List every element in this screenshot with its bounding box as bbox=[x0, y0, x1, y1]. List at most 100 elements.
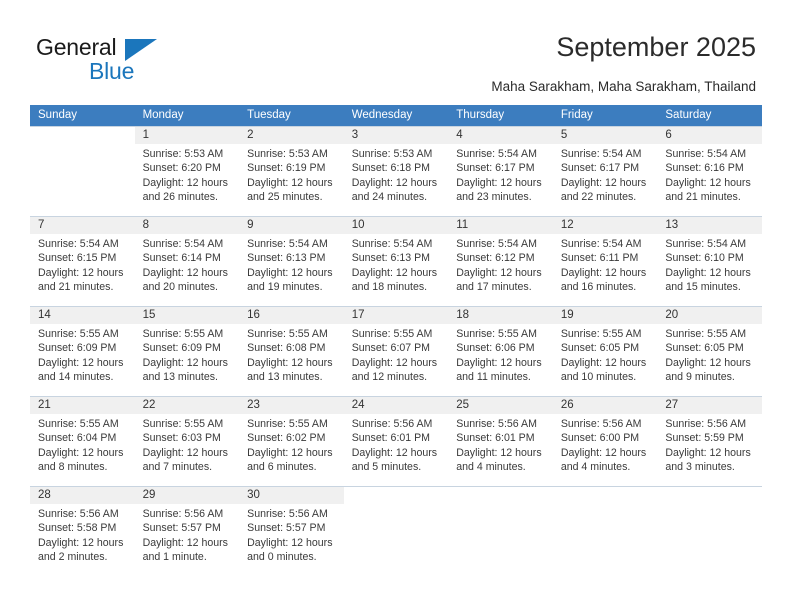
day-cell: 30 Sunrise: 5:56 AM Sunset: 5:57 PM Dayligh… bbox=[239, 486, 344, 576]
day-detail-line: Sunrise: 5:56 AM bbox=[456, 418, 537, 430]
day-number: 7 bbox=[30, 217, 135, 234]
calendar-cell[interactable]: 9 Sunrise: 5:54 AM Sunset: 6:13 PM Daylight… bbox=[239, 216, 344, 306]
calendar-cell[interactable]: 29 Sunrise: 5:56 AM Sunset: 5:57 PM Dayligh… bbox=[134, 486, 240, 576]
calendar-cell[interactable]: 7 Sunrise: 5:54 AM Sunset: 6:15 PM Daylight… bbox=[30, 216, 135, 306]
calendar-body: 1 Sunrise: 5:53 AM Sunset: 6:20 PM Daylight… bbox=[30, 126, 762, 576]
day-number: 26 bbox=[552, 397, 658, 414]
day-number bbox=[657, 487, 762, 504]
day-detail-line: Sunrise: 5:56 AM bbox=[560, 418, 642, 430]
day-details: Sunrise: 5:56 AM Sunset: 6:01 PM Daylight:… bbox=[448, 414, 553, 475]
calendar-cell[interactable]: 25 Sunrise: 5:56 AM Sunset: 6:01 PM Dayligh… bbox=[448, 396, 553, 486]
calendar-cell[interactable]: 22 Sunrise: 5:55 AM Sunset: 6:03 PM Dayligh… bbox=[134, 396, 240, 486]
day-detail-line: and 3 minutes. bbox=[665, 461, 735, 474]
day-detail-line: Sunset: 6:00 PM bbox=[560, 432, 640, 445]
calendar-table: Sunday Monday Tuesday Wednesday Thursday… bbox=[30, 105, 762, 576]
calendar-cell[interactable]: 17 Sunrise: 5:55 AM Sunset: 6:07 PM Dayligh… bbox=[343, 306, 449, 396]
calendar-cell bbox=[552, 486, 658, 576]
calendar-cell[interactable]: 28 Sunrise: 5:56 AM Sunset: 5:58 PM Dayligh… bbox=[30, 486, 135, 576]
day-detail-line: and 9 minutes. bbox=[665, 371, 735, 384]
calendar-cell[interactable]: 21 Sunrise: 5:55 AM Sunset: 6:04 PM Dayligh… bbox=[30, 396, 135, 486]
day-details: Sunrise: 5:56 AM Sunset: 6:00 PM Daylight:… bbox=[553, 414, 658, 475]
day-details: Sunrise: 5:56 AM Sunset: 5:59 PM Daylight:… bbox=[657, 414, 762, 475]
brand-logo[interactable]: General Blue bbox=[36, 34, 236, 84]
calendar-cell[interactable]: 1 Sunrise: 5:53 AM Sunset: 6:20 PM Daylight… bbox=[134, 126, 240, 216]
day-cell: 2 Sunrise: 5:53 AM Sunset: 6:19 PM Daylight… bbox=[239, 126, 344, 216]
day-detail-line: Daylight: 12 hours bbox=[351, 176, 438, 189]
day-cell: 21 Sunrise: 5:55 AM Sunset: 6:04 PM Dayligh… bbox=[30, 396, 135, 486]
weekday-header-sunday: Sunday bbox=[30, 105, 135, 126]
day-detail-line: Sunrise: 5:54 AM bbox=[665, 148, 747, 160]
day-detail-line: and 19 minutes. bbox=[247, 281, 323, 294]
day-detail-line: Sunset: 6:14 PM bbox=[142, 252, 221, 265]
calendar-cell[interactable]: 30 Sunrise: 5:56 AM Sunset: 5:57 PM Dayligh… bbox=[239, 486, 344, 576]
day-cell: 12 Sunrise: 5:54 AM Sunset: 6:11 PM Dayligh… bbox=[552, 216, 658, 306]
day-detail-line: and 16 minutes. bbox=[560, 281, 637, 294]
day-cell: 15 Sunrise: 5:55 AM Sunset: 6:09 PM Dayligh… bbox=[134, 306, 240, 396]
day-detail-line: Daylight: 12 hours bbox=[38, 356, 124, 369]
calendar-cell[interactable]: 10 Sunrise: 5:54 AM Sunset: 6:13 PM Dayligh… bbox=[343, 216, 449, 306]
calendar-cell[interactable]: 13 Sunrise: 5:54 AM Sunset: 6:10 PM Dayligh… bbox=[657, 216, 762, 306]
day-detail-line: Sunset: 6:17 PM bbox=[560, 162, 640, 175]
calendar-cell[interactable]: 14 Sunrise: 5:55 AM Sunset: 6:09 PM Dayligh… bbox=[30, 306, 135, 396]
day-detail-line: Sunrise: 5:55 AM bbox=[38, 418, 119, 430]
day-detail-line: and 12 minutes. bbox=[351, 371, 428, 384]
day-details: Sunrise: 5:54 AM Sunset: 6:14 PM Daylight:… bbox=[135, 234, 240, 295]
day-number: 11 bbox=[448, 217, 553, 234]
day-number: 24 bbox=[343, 397, 449, 414]
day-detail-line: Daylight: 12 hours bbox=[38, 446, 124, 459]
day-number: 27 bbox=[657, 397, 762, 414]
day-detail-line: Sunrise: 5:54 AM bbox=[665, 238, 747, 250]
day-detail-line: Daylight: 12 hours bbox=[38, 536, 124, 549]
day-details: Sunrise: 5:56 AM Sunset: 5:58 PM Daylight:… bbox=[30, 504, 135, 565]
day-number: 2 bbox=[239, 127, 344, 144]
calendar-cell[interactable]: 23 Sunrise: 5:55 AM Sunset: 6:02 PM Dayligh… bbox=[239, 396, 344, 486]
calendar-cell[interactable]: 26 Sunrise: 5:56 AM Sunset: 6:00 PM Dayligh… bbox=[552, 396, 658, 486]
day-detail-line: Daylight: 12 hours bbox=[247, 536, 333, 549]
calendar-cell[interactable]: 2 Sunrise: 5:53 AM Sunset: 6:19 PM Daylight… bbox=[239, 126, 344, 216]
day-detail-line: Daylight: 12 hours bbox=[456, 176, 542, 189]
calendar-week-row: 7 Sunrise: 5:54 AM Sunset: 6:15 PM Daylight… bbox=[30, 216, 762, 306]
calendar-cell[interactable]: 4 Sunrise: 5:54 AM Sunset: 6:17 PM Daylight… bbox=[448, 126, 553, 216]
calendar-cell[interactable]: 16 Sunrise: 5:55 AM Sunset: 6:08 PM Dayligh… bbox=[239, 306, 344, 396]
day-detail-line: Daylight: 12 hours bbox=[665, 446, 751, 459]
calendar-cell[interactable]: 18 Sunrise: 5:55 AM Sunset: 6:06 PM Dayligh… bbox=[448, 306, 553, 396]
calendar-cell[interactable]: 8 Sunrise: 5:54 AM Sunset: 6:14 PM Daylight… bbox=[134, 216, 240, 306]
brand-name-blue: Blue bbox=[89, 58, 135, 84]
day-cell: 4 Sunrise: 5:54 AM Sunset: 6:17 PM Daylight… bbox=[448, 126, 553, 216]
day-detail-line: Daylight: 12 hours bbox=[665, 266, 751, 279]
calendar-cell bbox=[657, 486, 762, 576]
day-detail-line: Sunset: 6:05 PM bbox=[560, 342, 640, 355]
calendar-cell[interactable]: 19 Sunrise: 5:55 AM Sunset: 6:05 PM Dayligh… bbox=[552, 306, 658, 396]
day-detail-line: Daylight: 12 hours bbox=[38, 266, 124, 279]
day-detail-line: Sunrise: 5:54 AM bbox=[560, 238, 642, 250]
day-number: 4 bbox=[448, 127, 553, 144]
calendar-cell[interactable]: 15 Sunrise: 5:55 AM Sunset: 6:09 PM Dayligh… bbox=[134, 306, 240, 396]
day-details: Sunrise: 5:55 AM Sunset: 6:08 PM Daylight:… bbox=[239, 324, 344, 385]
day-detail-line: Daylight: 12 hours bbox=[142, 356, 228, 369]
day-number: 22 bbox=[134, 397, 240, 414]
calendar-cell[interactable]: 5 Sunrise: 5:54 AM Sunset: 6:17 PM Daylight… bbox=[552, 126, 658, 216]
calendar-cell[interactable]: 27 Sunrise: 5:56 AM Sunset: 5:59 PM Dayligh… bbox=[657, 396, 762, 486]
calendar-cell[interactable]: 11 Sunrise: 5:54 AM Sunset: 6:12 PM Dayligh… bbox=[448, 216, 553, 306]
day-number: 1 bbox=[134, 127, 240, 144]
calendar-cell[interactable]: 24 Sunrise: 5:56 AM Sunset: 6:01 PM Dayligh… bbox=[343, 396, 449, 486]
day-cell: 23 Sunrise: 5:55 AM Sunset: 6:02 PM Dayligh… bbox=[239, 396, 344, 486]
day-detail-line: Sunset: 6:05 PM bbox=[665, 342, 744, 355]
day-number bbox=[448, 487, 553, 504]
day-details: Sunrise: 5:55 AM Sunset: 6:09 PM Daylight:… bbox=[30, 324, 135, 385]
day-number: 16 bbox=[239, 307, 344, 324]
calendar-cell[interactable]: 6 Sunrise: 5:54 AM Sunset: 6:16 PM Daylight… bbox=[657, 126, 762, 216]
day-detail-line: Sunset: 6:07 PM bbox=[351, 342, 431, 355]
day-detail-line: Sunrise: 5:54 AM bbox=[38, 238, 119, 250]
calendar-cell[interactable]: 20 Sunrise: 5:55 AM Sunset: 6:05 PM Dayligh… bbox=[657, 306, 762, 396]
day-detail-line: and 24 minutes. bbox=[351, 191, 428, 204]
calendar-cell[interactable]: 3 Sunrise: 5:53 AM Sunset: 6:18 PM Daylight… bbox=[343, 126, 449, 216]
day-cell: 29 Sunrise: 5:56 AM Sunset: 5:57 PM Dayligh… bbox=[134, 486, 240, 576]
calendar-cell[interactable]: 12 Sunrise: 5:54 AM Sunset: 6:11 PM Dayligh… bbox=[552, 216, 658, 306]
day-number: 30 bbox=[239, 487, 344, 504]
day-details: Sunrise: 5:55 AM Sunset: 6:03 PM Daylight:… bbox=[135, 414, 240, 475]
day-cell: 14 Sunrise: 5:55 AM Sunset: 6:09 PM Dayligh… bbox=[30, 306, 135, 396]
day-detail-line: Sunset: 6:19 PM bbox=[247, 162, 326, 175]
day-details: Sunrise: 5:53 AM Sunset: 6:18 PM Daylight:… bbox=[344, 144, 449, 205]
day-detail-line: Sunset: 6:16 PM bbox=[665, 162, 744, 175]
